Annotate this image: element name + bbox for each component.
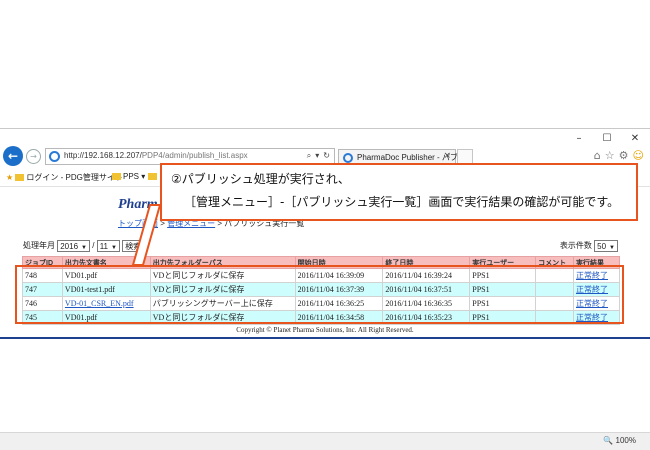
favorite-item-folder[interactable] — [148, 172, 159, 181]
url-path: PDP4/admin/publish_list.aspx — [141, 151, 248, 160]
folder-icon — [148, 173, 157, 180]
chevron-down-icon: ▼ — [609, 245, 615, 251]
favorite-item-pps[interactable]: PPS ▾ — [112, 172, 145, 181]
window-controls: – ☐ ✕ — [572, 133, 642, 144]
url-text[interactable]: http://192.168.12.207/PDP4/admin/publish… — [64, 151, 248, 160]
search-icon[interactable]: ⌕ — [307, 151, 311, 161]
filter-row: 処理年月 2016 ▼ / 11 ▼ 検索 表示件数 50 ▼ — [23, 240, 618, 254]
period-label: 処理年月 — [23, 241, 55, 251]
chevron-down-icon: ▼ — [81, 245, 87, 251]
page-icon — [15, 174, 25, 181]
close-button[interactable]: ✕ — [628, 133, 642, 144]
favorite-item-login[interactable]: ★ ログイン - PDG管理サイト — [6, 172, 123, 183]
dropdown-icon[interactable]: ▾ — [315, 151, 319, 161]
page-size-select[interactable]: 50 ▼ — [594, 240, 618, 252]
address-tools: ⌕ ▾ ↻ — [307, 151, 330, 161]
star-icon: ★ — [6, 173, 14, 182]
year-select[interactable]: 2016 ▼ — [57, 240, 90, 252]
copyright-footer: Copyright © Planet Pharma Solutions, Inc… — [236, 326, 414, 334]
page-size-value: 50 — [597, 242, 607, 251]
toolbar-icons: ⌂ ☆ ⚙ ☺ — [594, 149, 644, 162]
refresh-icon[interactable]: ↻ — [323, 151, 330, 161]
callout-text-line1: ②パブリッシュ処理が実行され、 — [171, 172, 350, 186]
smiley-icon[interactable]: ☺ — [633, 149, 644, 162]
page-size-control: 表示件数 50 ▼ — [560, 240, 618, 252]
chevron-down-icon: ▼ — [111, 245, 117, 251]
month-select[interactable]: 11 ▼ — [96, 240, 120, 252]
year-value: 2016 — [60, 242, 79, 251]
back-arrow-icon[interactable]: ← — [3, 146, 23, 166]
annotation-callout: ②パブリッシュ処理が実行され、 ［管理メニュー］-［パブリッシュ実行一覧］画面で… — [160, 163, 638, 221]
home-icon[interactable]: ⌂ — [594, 149, 601, 162]
callout-text-line2: ［管理メニュー］-［パブリッシュ実行一覧］画面で実行結果の確認が可能です。 — [184, 195, 620, 209]
search-button[interactable]: 検索 — [122, 240, 145, 252]
url-host: http://192.168.12.207/ — [64, 151, 142, 160]
maximize-button[interactable]: ☐ — [600, 133, 614, 144]
footer-divider — [0, 337, 650, 339]
zoom-level[interactable]: 🔍 100% — [603, 436, 636, 445]
status-bar: 🔍 100% — [0, 432, 650, 450]
minimize-button[interactable]: – — [572, 133, 586, 144]
breadcrumb-top-link[interactable]: トップ画面 — [118, 219, 158, 228]
folder-icon — [112, 173, 121, 180]
brand-logo-text: Pharm — [118, 197, 158, 212]
ie-logo-icon — [49, 151, 60, 162]
table-highlight-box — [15, 265, 624, 324]
favorite-label: ログイン - PDG管理サイト — [26, 173, 123, 182]
month-separator: / — [92, 241, 95, 251]
favorites-star-icon[interactable]: ☆ — [605, 149, 615, 162]
page-size-label: 表示件数 — [559, 241, 592, 251]
favorite-label: PPS ▾ — [123, 172, 146, 181]
forward-arrow-icon[interactable]: → — [26, 149, 41, 164]
gear-icon[interactable]: ⚙ — [619, 149, 629, 162]
tab-close-icon[interactable]: × — [443, 151, 451, 161]
month-value: 11 — [99, 242, 108, 251]
ie-tab-icon — [343, 153, 353, 163]
